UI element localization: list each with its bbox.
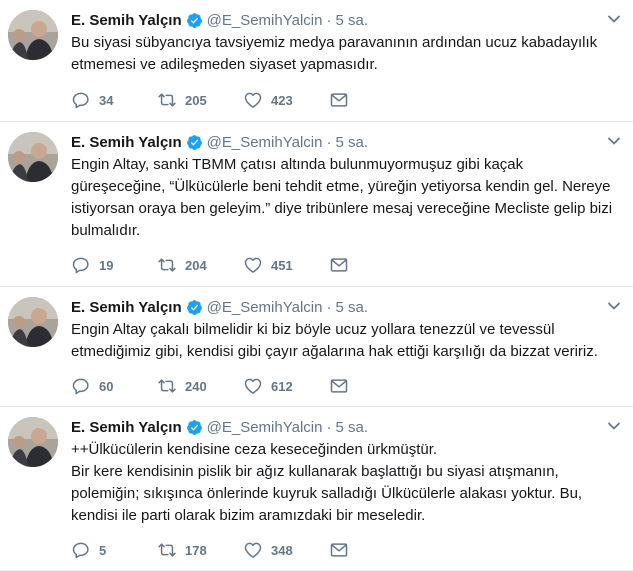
tweet[interactable]: E. Semih Yalçın @E_SemihYalcin · 5 sa. B… [0, 0, 633, 122]
retweet-icon [157, 376, 177, 396]
retweet-count: 178 [185, 542, 207, 558]
tweet-actions: 60 240 612 [71, 376, 353, 396]
tweet-text-line: polemiğin; sıkışınca önlerinde kuyruk sa… [71, 485, 583, 502]
reply-icon [71, 376, 91, 396]
tweet[interactable]: E. Semih Yalçın @E_SemihYalcin · 5 sa. E… [0, 122, 633, 287]
author-name[interactable]: E. Semih Yalçın [71, 12, 182, 29]
reply-count: 19 [99, 257, 114, 273]
tweet-text-line: Engin Altay çakalı bilmelidir ki biz böy… [71, 321, 555, 338]
tweet-text: Engin Altay çakalı bilmelidir ki biz böy… [71, 319, 621, 363]
verified-badge-icon [186, 12, 203, 29]
author-handle[interactable]: @E_SemihYalcin [207, 134, 323, 151]
chevron-down-icon[interactable] [607, 419, 621, 433]
retweet-icon [157, 255, 177, 275]
retweet-icon [157, 540, 177, 560]
like-button[interactable]: 612 [243, 376, 329, 396]
retweet-count: 205 [185, 92, 207, 108]
tweet-text-line: Engin Altay, sanki TBMM çatısı altında b… [71, 156, 524, 173]
reply-icon [71, 255, 91, 275]
author-handle[interactable]: @E_SemihYalcin [207, 419, 323, 436]
tweet-time[interactable]: 5 sa. [335, 299, 368, 316]
envelope-icon [329, 90, 349, 110]
direct-message-button[interactable] [329, 90, 353, 110]
reply-count: 34 [99, 92, 114, 108]
like-button[interactable]: 348 [243, 540, 329, 560]
tweet-time[interactable]: 5 sa. [335, 12, 368, 29]
avatar[interactable] [8, 297, 58, 347]
tweet-text-line: etmemesi ve adileşmeden siyaset yapmasıd… [71, 56, 378, 73]
avatar[interactable] [8, 132, 58, 182]
tweet-text-line: ++Ülkücülerin kendisine ceza keseceğinde… [71, 441, 438, 458]
heart-icon [243, 540, 263, 560]
reply-icon [71, 90, 91, 110]
retweet-count: 204 [185, 257, 207, 273]
reply-icon [71, 540, 91, 560]
author-handle[interactable]: @E_SemihYalcin [207, 12, 323, 29]
avatar[interactable] [8, 417, 58, 467]
tweet-actions: 5 178 348 [71, 540, 353, 560]
separator-dot: · [326, 298, 332, 316]
like-count: 612 [271, 378, 293, 394]
retweet-button[interactable]: 240 [157, 376, 243, 396]
reply-button[interactable]: 19 [71, 255, 157, 275]
like-count: 348 [271, 542, 293, 558]
like-count: 451 [271, 257, 293, 273]
tweet-text: Bu siyasi sübyancıya tavsiyemiz medya pa… [71, 32, 621, 76]
tweet-actions: 34 205 423 [71, 90, 353, 110]
tweet-time[interactable]: 5 sa. [335, 134, 368, 151]
separator-dot: · [326, 418, 332, 436]
direct-message-button[interactable] [329, 255, 353, 275]
author-name[interactable]: E. Semih Yalçın [71, 134, 182, 151]
reply-count: 5 [99, 542, 107, 558]
tweet-text-line: istiyorsan oraya ben geleyim.” diye trib… [71, 200, 613, 217]
reply-button[interactable]: 60 [71, 376, 157, 396]
separator-dot: · [326, 133, 332, 151]
tweet-text-line: kendisi ile parti olarak bizim aramızdak… [71, 507, 426, 524]
tweet-text-line: etmediğimiz gibi, kendisi gibi çayır ağa… [71, 343, 598, 360]
tweet-time[interactable]: 5 sa. [335, 419, 368, 436]
retweet-button[interactable]: 205 [157, 90, 243, 110]
retweet-count: 240 [185, 378, 207, 394]
direct-message-button[interactable] [329, 540, 353, 560]
heart-icon [243, 90, 263, 110]
tweet-text-line: Bu siyasi sübyancıya tavsiyemiz medya pa… [71, 34, 598, 51]
like-count: 423 [271, 92, 293, 108]
reply-button[interactable]: 34 [71, 90, 157, 110]
tweet-actions: 19 204 451 [71, 255, 353, 275]
envelope-icon [329, 540, 349, 560]
verified-badge-icon [186, 134, 203, 151]
direct-message-button[interactable] [329, 376, 353, 396]
verified-badge-icon [186, 419, 203, 436]
envelope-icon [329, 255, 349, 275]
reply-count: 60 [99, 378, 114, 394]
heart-icon [243, 376, 263, 396]
tweet-text: Engin Altay, sanki TBMM çatısı altında b… [71, 154, 621, 242]
envelope-icon [329, 376, 349, 396]
tweet[interactable]: E. Semih Yalçın @E_SemihYalcin · 5 sa. E… [0, 287, 633, 407]
tweet-text: ++Ülkücülerin kendisine ceza keseceğinde… [71, 439, 621, 527]
tweet[interactable]: E. Semih Yalçın @E_SemihYalcin · 5 sa. +… [0, 407, 633, 571]
chevron-down-icon[interactable] [607, 134, 621, 148]
like-button[interactable]: 423 [243, 90, 329, 110]
verified-badge-icon [186, 299, 203, 316]
retweet-button[interactable]: 178 [157, 540, 243, 560]
chevron-down-icon[interactable] [607, 12, 621, 26]
retweet-button[interactable]: 204 [157, 255, 243, 275]
author-handle[interactable]: @E_SemihYalcin [207, 299, 323, 316]
author-name[interactable]: E. Semih Yalçın [71, 419, 182, 436]
heart-icon [243, 255, 263, 275]
tweet-text-line: güreşeceğine, “Ülkücülerle beni tehdit e… [71, 178, 611, 195]
tweet-text-line: bulmalıdır. [71, 222, 141, 239]
tweet-timeline: E. Semih Yalçın @E_SemihYalcin · 5 sa. B… [0, 0, 633, 571]
reply-button[interactable]: 5 [71, 540, 157, 560]
avatar[interactable] [8, 10, 58, 60]
author-name[interactable]: E. Semih Yalçın [71, 299, 182, 316]
retweet-icon [157, 90, 177, 110]
tweet-text-line: Bir kere kendisinin pislik bir ağız kull… [71, 463, 559, 480]
like-button[interactable]: 451 [243, 255, 329, 275]
chevron-down-icon[interactable] [607, 299, 621, 313]
separator-dot: · [326, 11, 332, 29]
